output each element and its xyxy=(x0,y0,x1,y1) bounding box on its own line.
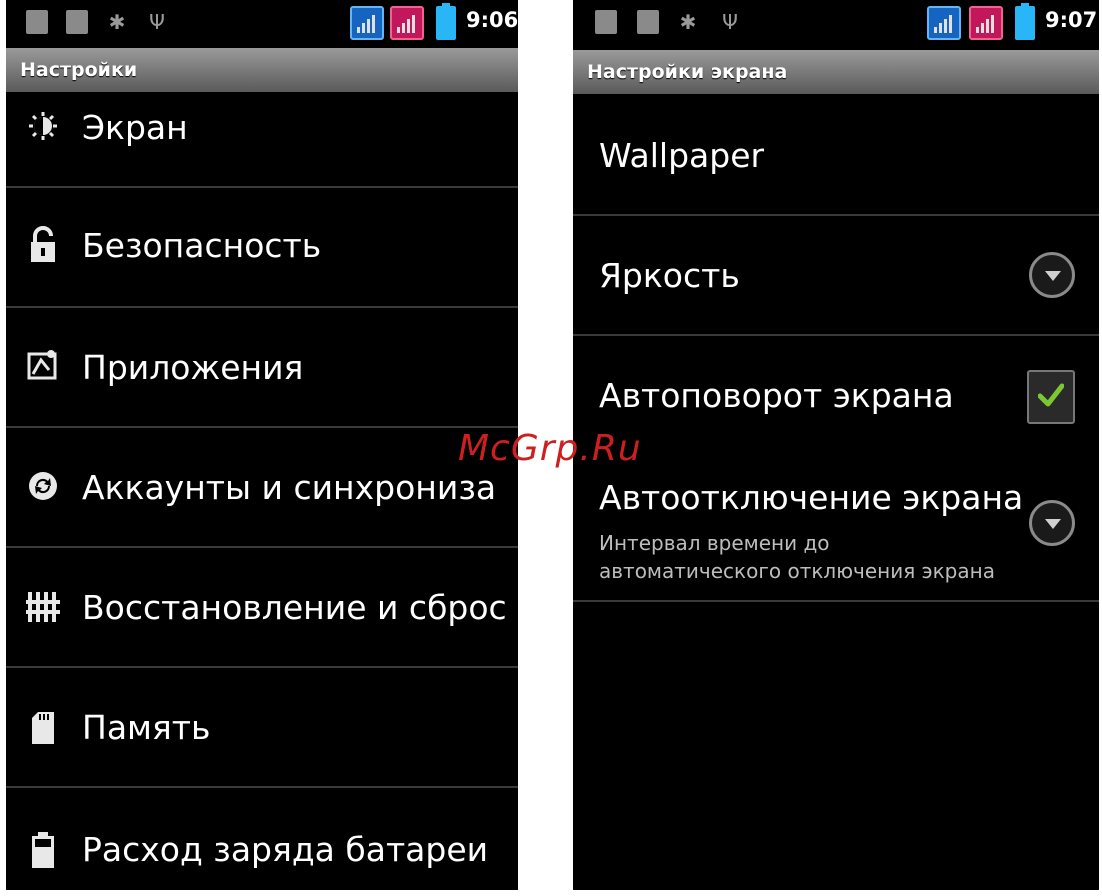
lock-icon xyxy=(26,226,60,266)
signal-icon-2 xyxy=(390,6,424,40)
battery-status-icon xyxy=(1015,3,1035,40)
display-item-label: Автоповорот экрана xyxy=(599,376,954,415)
settings-item-battery[interactable]: Расход заряда батареи xyxy=(6,788,518,890)
brightness-icon xyxy=(26,110,60,150)
settings-screen: ✱ Ψ 9:06 Настройки Экран Безопасность Пр… xyxy=(6,0,518,890)
notification-icon xyxy=(66,10,88,34)
android-debug-icon: ✱ xyxy=(679,10,697,34)
signal-icon xyxy=(350,6,384,40)
log-icon xyxy=(595,10,617,34)
sdcard-icon xyxy=(26,710,60,750)
backup-icon xyxy=(26,590,60,630)
check-icon xyxy=(1038,383,1064,407)
screen-timeout-dropdown-button[interactable] xyxy=(1029,500,1075,546)
settings-item-accounts[interactable]: Аккаунты и синхронизац xyxy=(6,428,518,548)
clock: 9:07 xyxy=(1045,8,1098,32)
display-item-brightness[interactable]: Яркость xyxy=(573,216,1099,336)
settings-item-apps[interactable]: Приложения xyxy=(6,308,518,428)
status-bar: ✱ Ψ 9:06 xyxy=(6,0,518,46)
apps-icon xyxy=(26,348,60,388)
brightness-dropdown-button[interactable] xyxy=(1029,252,1075,298)
signal-icon-2 xyxy=(969,6,1003,40)
display-item-label: Wallpaper xyxy=(599,136,765,175)
display-item-summary-line-2: автоматического отключения экрана xyxy=(599,559,995,583)
log-icon xyxy=(26,10,48,34)
android-debug-icon: ✱ xyxy=(108,10,126,34)
page-title: Настройки xyxy=(6,48,518,92)
display-item-autorotate[interactable]: Автоповорот экрана xyxy=(573,336,1099,454)
settings-item-label: Безопасность xyxy=(82,226,322,265)
settings-item-security[interactable]: Безопасность xyxy=(6,188,518,308)
signal-icon xyxy=(927,6,961,40)
display-item-screen-timeout[interactable]: Автоотключение экрана Интервал времени д… xyxy=(573,454,1099,602)
settings-item-screen[interactable]: Экран xyxy=(6,92,518,188)
sync-icon xyxy=(26,470,60,510)
settings-item-label: Экран xyxy=(82,108,188,147)
usb-icon: Ψ xyxy=(722,10,738,34)
settings-item-backup[interactable]: Восстановление и сброс xyxy=(6,548,518,668)
usb-icon: Ψ xyxy=(149,10,165,34)
display-item-label: Яркость xyxy=(599,256,740,295)
display-item-summary-line-1: Интервал времени до xyxy=(599,531,830,555)
display-settings-screen: ✱ Ψ 9:07 Настройки экрана Wallpaper Ярко… xyxy=(573,0,1099,890)
display-item-label: Автоотключение экрана xyxy=(599,478,1024,517)
clock: 9:06 xyxy=(466,8,518,32)
settings-item-label: Расход заряда батареи xyxy=(82,830,489,869)
battery-icon xyxy=(26,832,60,872)
settings-item-storage[interactable]: Память xyxy=(6,668,518,788)
settings-item-label: Аккаунты и синхронизац xyxy=(82,468,494,507)
notification-icon xyxy=(637,10,659,34)
display-item-wallpaper[interactable]: Wallpaper xyxy=(573,96,1099,216)
status-bar: ✱ Ψ 9:07 xyxy=(573,0,1099,46)
page-title: Настройки экрана xyxy=(573,50,1099,94)
settings-item-label: Память xyxy=(82,708,211,747)
battery-status-icon xyxy=(436,3,456,40)
watermark: McGrp.Ru xyxy=(458,428,642,469)
settings-item-label: Приложения xyxy=(82,348,304,387)
autorotate-checkbox[interactable] xyxy=(1027,370,1075,424)
settings-item-label: Восстановление и сброс xyxy=(82,588,507,627)
